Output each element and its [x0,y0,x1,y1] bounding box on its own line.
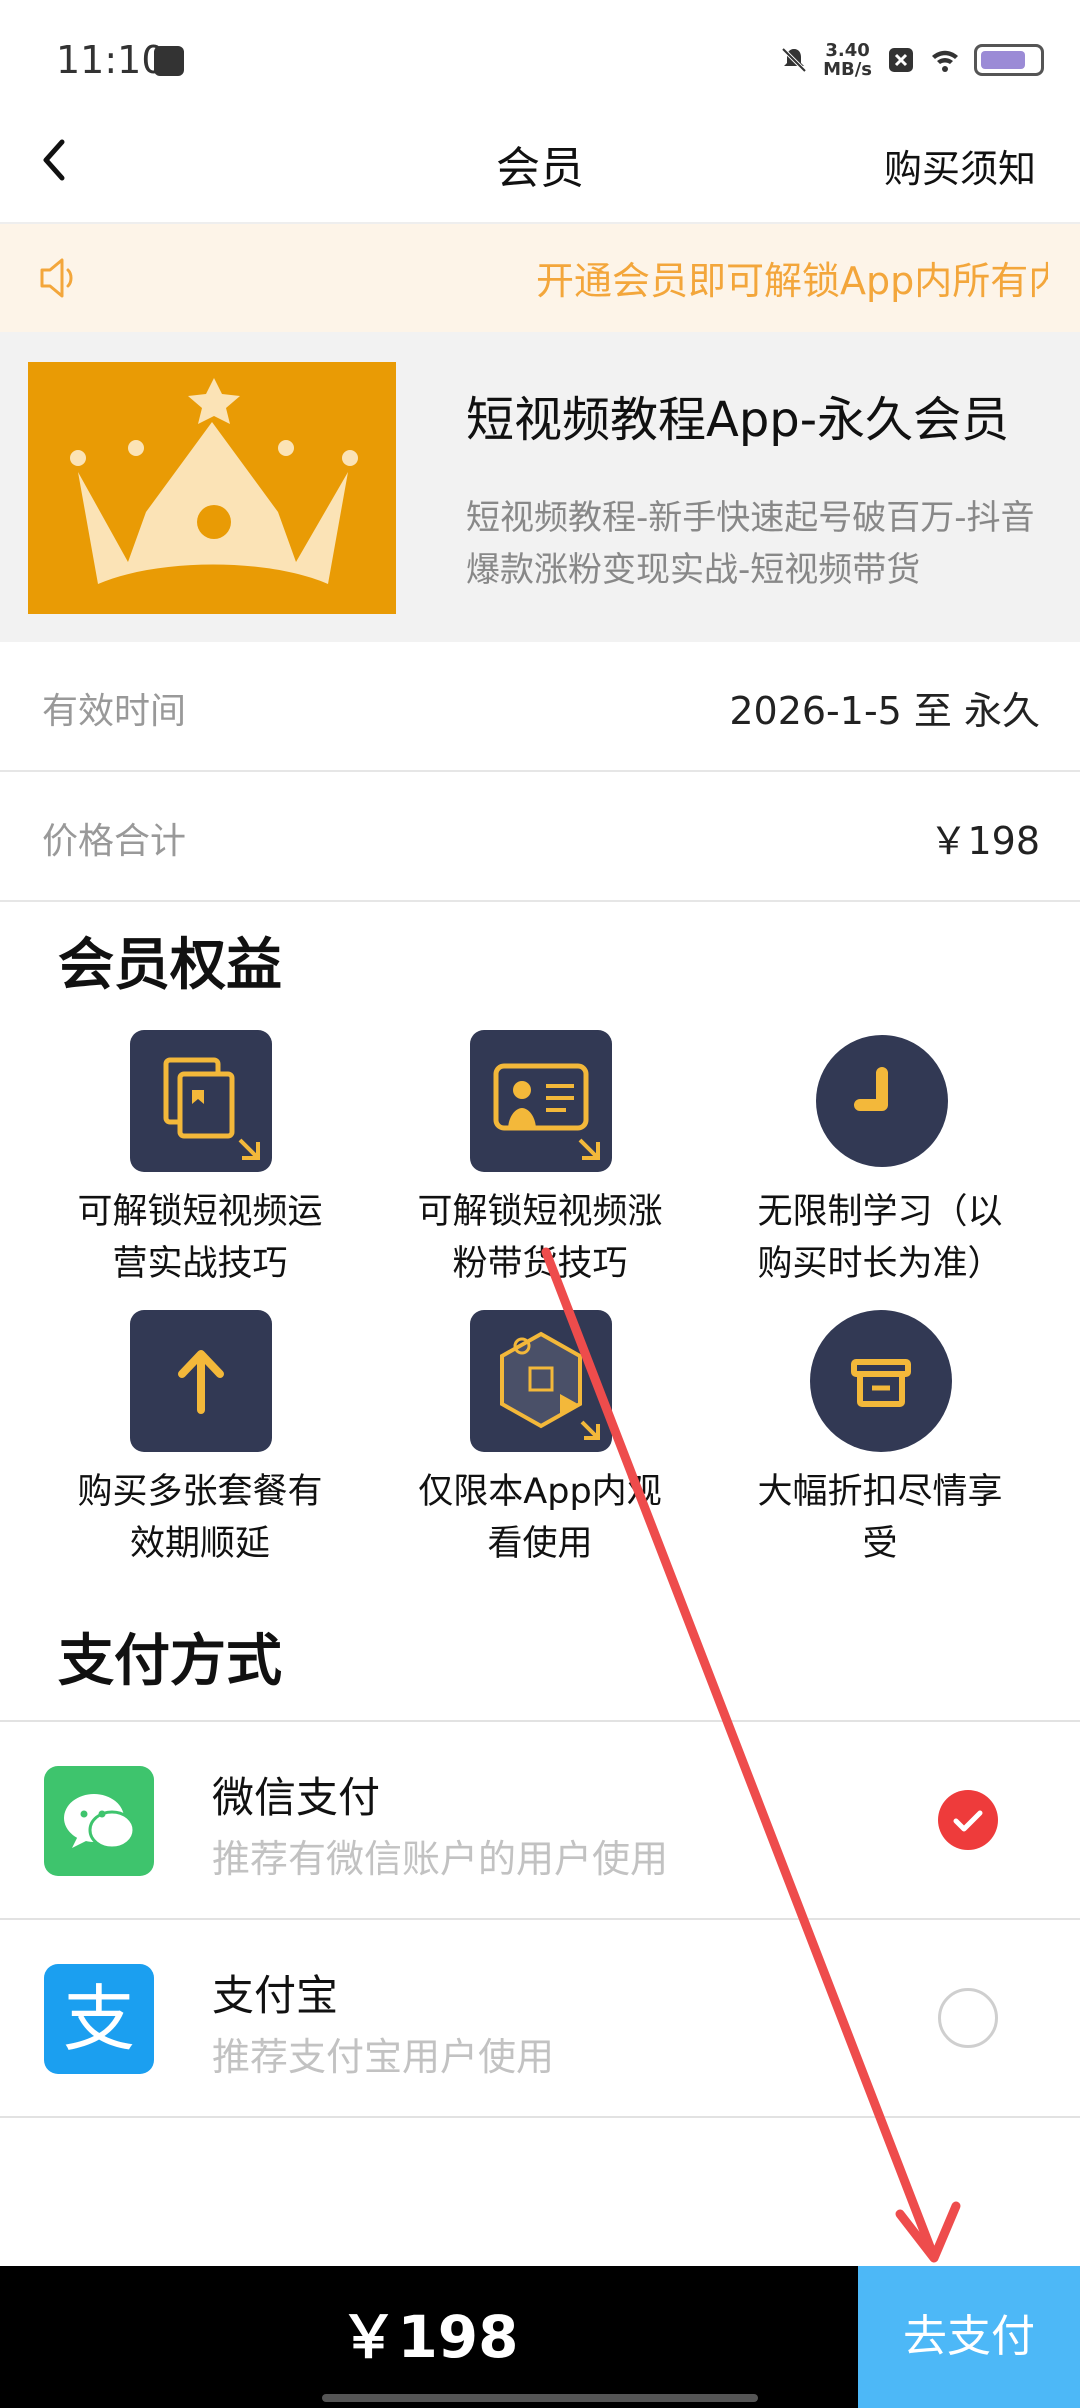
wechat-icon [44,1766,154,1876]
notification-icon [154,46,184,76]
alipay-option[interactable]: 支 支付宝 推荐支付宝用户使用 [0,1918,1080,2118]
checkmark-icon [953,1810,983,1832]
alipay-desc: 推荐支付宝用户使用 [212,2035,555,2079]
alipay-radio-unchecked[interactable] [938,1988,998,2048]
price-row: 价格合计 ￥198 [0,772,1080,902]
arrow-up-icon [130,1310,272,1452]
mute-bell-icon [781,47,807,73]
price-label: 价格合计 [42,821,187,862]
validity-row: 有效时间 2026-1-5 至 永久 [0,642,1080,772]
alipay-icon: 支 [44,1964,154,2074]
net-speed: 3.40 MB/s [823,40,872,80]
clock-icon [816,1035,948,1167]
video-puzzle-icon [470,1310,612,1452]
payment-title: 支付方式 [58,1629,282,1694]
wechat-pay-option[interactable]: 微信支付 推荐有微信账户的用户使用 [0,1720,1080,1918]
benefits-title: 会员权益 [58,933,282,998]
status-time: 11:10 [56,38,166,82]
speaker-icon [40,258,73,298]
validity-label: 有效时间 [42,691,187,732]
home-indicator [322,2394,758,2402]
close-box-icon [889,48,913,72]
product-card: 短视频教程App-永久会员 短视频教程-新手快速起号破百万-抖音 爆款涨粉变现实… [0,332,1080,642]
purchase-notice-link[interactable]: 购买须知 [884,138,1036,193]
wifi-icon [932,50,958,72]
product-title: 短视频教程App-永久会员 [466,392,1010,448]
crown-icon [70,378,358,584]
wechat-pay-desc: 推荐有微信账户的用户使用 [212,1837,669,1881]
wechat-pay-name: 微信支付 [212,1773,381,1822]
alipay-name: 支付宝 [212,1971,339,2020]
wechat-radio-checked[interactable] [938,1790,998,1850]
teacher-board-icon [470,1030,612,1172]
battery-icon [974,44,1044,76]
checkout-bar: ￥198 去支付 [0,2266,1080,2408]
product-image [28,362,396,614]
marquee-text: 开通会员即可解锁App内所有内容 [536,259,1048,303]
status-icons: 3.40 MB/s [779,40,1044,80]
pay-button[interactable]: 去支付 [858,2266,1080,2408]
svg-text:支: 支 [63,1977,135,2061]
gift-box-icon [810,1310,952,1452]
validity-value: 2026-1-5 至 永久 [729,689,1040,733]
book-icon [130,1030,272,1172]
announcement-marquee: 开通会员即可解锁App内所有内容 [0,224,1080,332]
product-description: 短视频教程-新手快速起号破百万-抖音 爆款涨粉变现实战-短视频带货 [466,498,1035,590]
total-price: ￥198 [339,2303,519,2371]
status-bar: 11:10 3.40 MB/s [0,0,1080,120]
price-value: ￥198 [929,819,1040,863]
